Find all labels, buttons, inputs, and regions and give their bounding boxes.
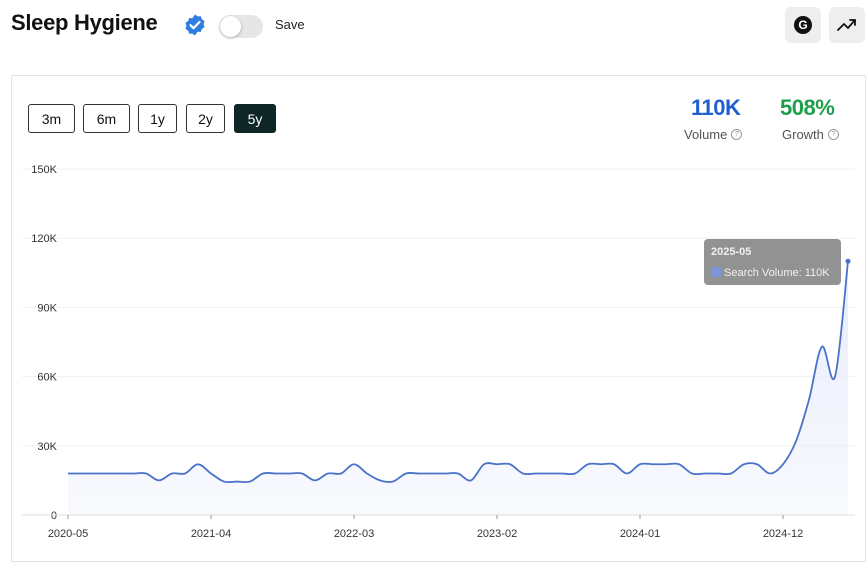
x-tick-label: 2024-01: [620, 528, 660, 540]
x-tick-label: 2020-05: [48, 528, 88, 540]
y-tick-label: 90K: [37, 302, 57, 314]
x-tick-label: 2022-03: [334, 528, 374, 540]
y-tick-label: 120K: [31, 233, 57, 245]
y-tick-label: 60K: [37, 372, 57, 384]
y-tick-label: 0: [51, 510, 57, 522]
x-tick-label: 2021-04: [191, 528, 231, 540]
x-tick-label: 2023-02: [477, 528, 517, 540]
x-tick-label: 2024-12: [763, 528, 803, 540]
tooltip-text: Search Volume: 110K: [724, 267, 830, 279]
tooltip-date: 2025-05: [711, 246, 751, 258]
tooltip-series-swatch: [711, 267, 721, 277]
y-tick-label: 30K: [37, 441, 57, 453]
y-tick-label: 150K: [31, 164, 57, 176]
data-point: [845, 258, 851, 264]
search-volume-chart: 0 30K 60K 90K 120K 150K 2020-05 2021-04 2022-03 2…: [22, 164, 855, 540]
series-line: [67, 261, 849, 484]
series-area: [68, 261, 848, 515]
